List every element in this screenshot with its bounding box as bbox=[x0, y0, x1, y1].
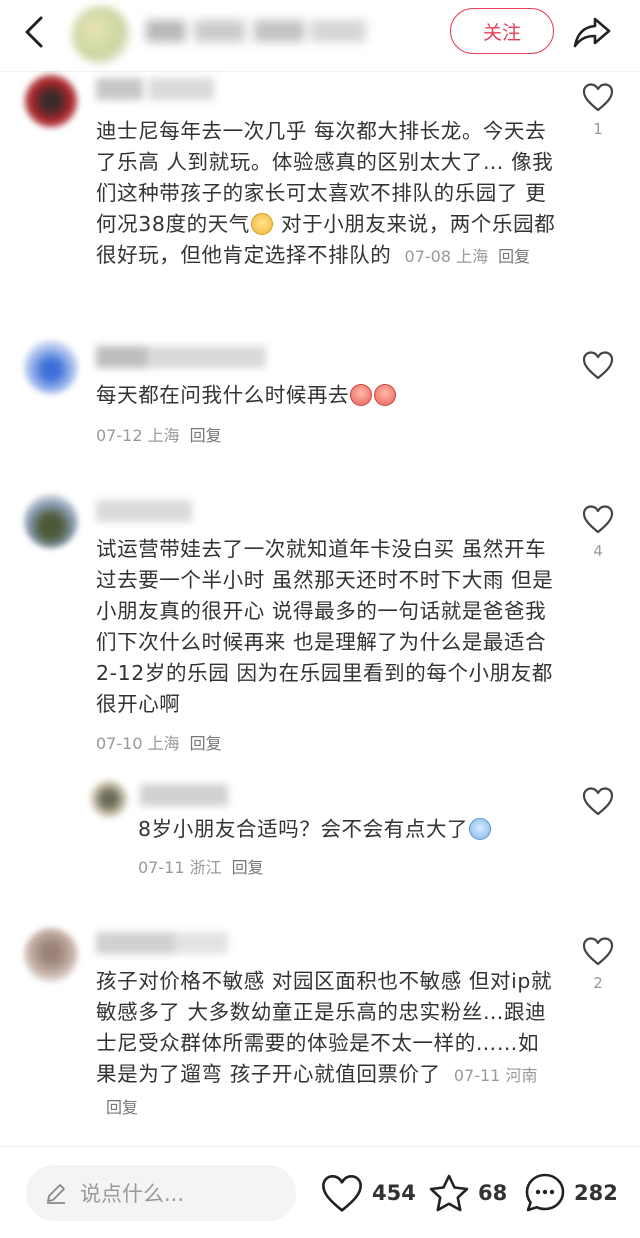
comment-date: 07-10 bbox=[96, 734, 143, 753]
commenter-avatar[interactable] bbox=[24, 74, 78, 128]
comment-count: 282 bbox=[574, 1181, 618, 1205]
comment-like-button[interactable]: 1 bbox=[580, 82, 616, 138]
comment-date: 07-11 bbox=[138, 858, 185, 877]
comment-location: 河南 bbox=[505, 1066, 538, 1085]
commenter-avatar[interactable] bbox=[90, 780, 128, 818]
comment-text: 每天都在问我什么时候再去 bbox=[96, 380, 558, 411]
reply-button[interactable]: 回复 bbox=[106, 1098, 138, 1117]
comments-button[interactable]: 282 bbox=[524, 1167, 618, 1219]
sweat-emoji-icon bbox=[469, 818, 492, 840]
reply-button[interactable]: 回复 bbox=[232, 858, 264, 877]
commenter-name[interactable] bbox=[140, 784, 228, 806]
comment-item: 孩子对价格不敏感 对园区面积也不敏感 但对ip就敏感多了 大多数幼童正是乐高的忠… bbox=[0, 924, 640, 1134]
favorite-count: 68 bbox=[478, 1181, 508, 1205]
heart-icon bbox=[582, 937, 614, 966]
reply-item: 8岁小朋友合适吗？会不会有点大了 07-11 浙江 回复 bbox=[0, 774, 640, 886]
follow-button[interactable]: 关注 bbox=[450, 8, 554, 54]
heart-icon bbox=[582, 83, 614, 112]
comment-meta: 07-10 上海 回复 bbox=[96, 730, 222, 754]
comment-meta: 07-11 浙江 回复 bbox=[138, 854, 264, 878]
comment-input[interactable]: 说点什么... bbox=[26, 1165, 296, 1221]
commenter-avatar[interactable] bbox=[24, 928, 78, 982]
heart-icon bbox=[582, 787, 614, 816]
star-icon bbox=[429, 1174, 469, 1212]
comment-input-placeholder: 说点什么... bbox=[80, 1182, 185, 1206]
comment-date: 07-12 bbox=[96, 426, 143, 445]
comment-date: 07-08 bbox=[404, 247, 452, 266]
heart-icon bbox=[322, 1175, 362, 1212]
like-button[interactable]: 454 bbox=[320, 1167, 416, 1219]
crying-emoji-icon bbox=[374, 384, 397, 406]
commenter-name[interactable] bbox=[96, 78, 214, 100]
comment-text: 试运营带娃去了一次就知道年卡没白买 虽然开车过去要一个半小时 虽然那天还时不时下… bbox=[96, 534, 558, 720]
reply-button[interactable]: 回复 bbox=[190, 734, 222, 753]
comment-like-button[interactable]: 4 bbox=[580, 504, 616, 560]
comment-text-part: 每天都在问我什么时候再去 bbox=[96, 383, 350, 407]
comment-text: 迪士尼每年去一次几乎 每次都大排长龙。今天去了乐高 人到就玩。体验感真的区别太大… bbox=[96, 116, 558, 272]
pencil-icon bbox=[47, 1184, 65, 1204]
favorite-button[interactable]: 68 bbox=[428, 1167, 507, 1219]
dog-emoji-icon bbox=[250, 213, 273, 235]
bottom-action-bar: 说点什么... 454 68 282 bbox=[0, 1146, 640, 1238]
top-nav-bar: 关注 bbox=[0, 0, 640, 72]
comment-location: 上海 bbox=[147, 426, 180, 445]
heart-icon bbox=[582, 505, 614, 534]
comment-meta: 07-08 上海 回复 bbox=[405, 247, 531, 266]
comment-text: 孩子对价格不敏感 对园区面积也不敏感 但对ip就敏感多了 大多数幼童正是乐高的忠… bbox=[96, 966, 558, 1123]
back-button[interactable] bbox=[14, 12, 54, 52]
like-count: 2 bbox=[593, 974, 603, 992]
heart-icon bbox=[582, 351, 614, 380]
reply-button[interactable]: 回复 bbox=[498, 247, 530, 266]
comment-bubble-icon bbox=[525, 1173, 565, 1212]
comment-date: 07-11 bbox=[453, 1066, 501, 1085]
comment-location: 上海 bbox=[456, 247, 489, 266]
comment-like-button[interactable]: 2 bbox=[580, 936, 616, 992]
comment-text-part: 8岁小朋友合适吗？会不会有点大了 bbox=[138, 817, 469, 841]
comment-meta: 07-12 上海 回复 bbox=[96, 422, 222, 446]
comment-location: 浙江 bbox=[189, 858, 222, 877]
comment-like-button[interactable] bbox=[580, 786, 616, 824]
like-count: 4 bbox=[593, 542, 603, 560]
chevron-left-icon bbox=[25, 16, 43, 48]
comment-text-part: 试运营带娃去了一次就知道年卡没白买 虽然开车过去要一个半小时 虽然那天还时不时下… bbox=[96, 537, 554, 716]
author-avatar[interactable] bbox=[72, 6, 130, 64]
comment-text: 8岁小朋友合适吗？会不会有点大了 bbox=[138, 814, 558, 845]
commenter-name[interactable] bbox=[96, 346, 266, 368]
share-button[interactable] bbox=[570, 12, 614, 52]
commenter-name[interactable] bbox=[96, 932, 228, 954]
comment-like-button[interactable] bbox=[580, 350, 616, 388]
comment-location: 上海 bbox=[147, 734, 180, 753]
comment-item: 试运营带娃去了一次就知道年卡没白买 虽然开车过去要一个半小时 虽然那天还时不时下… bbox=[0, 490, 640, 760]
author-name[interactable] bbox=[146, 20, 366, 42]
commenter-avatar[interactable] bbox=[24, 494, 78, 548]
like-count: 1 bbox=[593, 120, 603, 138]
comment-item: 每天都在问我什么时候再去 07-12 上海 回复 bbox=[0, 336, 640, 456]
commenter-avatar[interactable] bbox=[24, 340, 78, 394]
comment-item: 迪士尼每年去一次几乎 每次都大排长龙。今天去了乐高 人到就玩。体验感真的区别太大… bbox=[0, 72, 640, 312]
reply-button[interactable]: 回复 bbox=[190, 426, 222, 445]
crying-emoji-icon bbox=[350, 384, 373, 406]
like-count: 454 bbox=[372, 1181, 416, 1205]
commenter-name[interactable] bbox=[96, 500, 192, 522]
share-arrow-icon bbox=[573, 17, 611, 48]
